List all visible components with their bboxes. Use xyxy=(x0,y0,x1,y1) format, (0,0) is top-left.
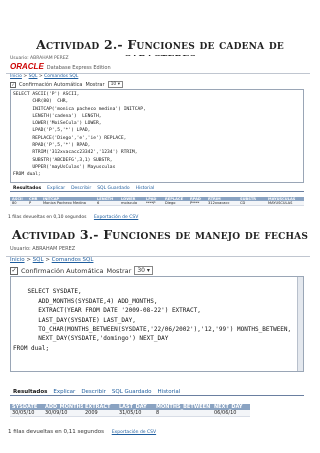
tab-history[interactable]: Historial xyxy=(155,389,184,395)
activity-3-heading: Actividad 3.- Funciones de manejo de fec… xyxy=(11,227,309,242)
table-cell: 06/06/10 xyxy=(212,410,250,417)
show-label: Mostrar xyxy=(85,81,105,88)
column-header: MONTHS_BETWEEN xyxy=(154,404,212,410)
edition-label: Database Express Edition xyxy=(46,65,111,71)
tab-saved-sql[interactable]: SQL Guardado xyxy=(109,389,155,395)
table-cell: CD xyxy=(238,201,266,206)
csv-export-link[interactable]: Exportación de CSV xyxy=(112,430,156,435)
table-cell: Diego xyxy=(163,201,188,206)
breadcrumb-sql[interactable]: SQL xyxy=(29,74,38,79)
table-cell: MAYUSCULAS xyxy=(266,201,304,206)
breadcrumb-home[interactable]: Inicio xyxy=(10,257,25,263)
breadcrumb-separator: > xyxy=(26,257,31,263)
breadcrumb-home[interactable]: Inicio xyxy=(10,74,22,79)
table-row: 30/05/10 30/09/10 2009 31/05/10 8 06/06/… xyxy=(10,410,250,417)
rows-select[interactable]: 30 ▾ xyxy=(134,266,153,275)
results-footer: 1 filas devueltas en 0,10 segundos Expor… xyxy=(8,215,138,220)
user-label: Usuario: ABRAHAM PEREZ xyxy=(10,246,76,252)
autocommit-label: Confirmación Automática xyxy=(21,266,104,275)
sql-editor[interactable]: SELECT SYSDATE, ADD_MONTHS(SYSDATE,4) AD… xyxy=(10,276,304,372)
table-cell: 31/05/10 xyxy=(117,410,154,417)
autocommit-checkbox[interactable] xyxy=(10,81,16,88)
tab-explain[interactable]: Explicar xyxy=(50,389,78,395)
chevron-down-icon: ▾ xyxy=(146,267,150,274)
tab-history[interactable]: Historial xyxy=(133,186,158,191)
chevron-down-icon: ▾ xyxy=(117,82,120,87)
results-table: SYSDATE ADD_MONTHS EXTRACT LAST_DAY MONT… xyxy=(10,404,250,417)
table-cell: 6 xyxy=(95,201,119,206)
table-cell: 80 xyxy=(10,201,27,206)
results-footer: 1 filas devueltas en 0,11 segundos Expor… xyxy=(8,429,156,435)
tab-saved-sql[interactable]: SQL Guardado xyxy=(94,186,132,191)
breadcrumb-separator: > xyxy=(23,74,28,79)
autocommit-label: Confirmación Automática xyxy=(19,81,83,88)
oracle-sql-commands-window-1: Usuario: ABRAHAM PEREZ ORACLE Database E… xyxy=(6,56,310,226)
table-cell: 30/05/10 xyxy=(10,410,43,417)
autocommit-checkbox[interactable] xyxy=(10,266,18,275)
breadcrumb-sql[interactable]: SQL xyxy=(33,257,44,263)
breadcrumb-separator: > xyxy=(38,74,43,79)
breadcrumb: Inicio > SQL > Comandos SQL xyxy=(10,74,78,79)
table-cell: 312xvacacc xyxy=(206,201,238,206)
editor-scrollbar[interactable] xyxy=(297,277,303,371)
table-cell: P**** xyxy=(188,201,206,206)
editor-toolbar: Confirmación Automática Mostrar 30 ▾ xyxy=(10,266,153,275)
table-cell: P xyxy=(27,201,41,206)
tab-results[interactable]: Resultados xyxy=(10,389,50,395)
result-tabs: Resultados Explicar Describir SQL Guarda… xyxy=(10,186,304,192)
table-cell: Monica Pacheco Medina xyxy=(41,201,95,206)
table-cell: moiscula xyxy=(119,201,144,206)
breadcrumb-current[interactable]: Comandos SQL xyxy=(44,74,78,79)
tab-describe[interactable]: Describir xyxy=(68,186,94,191)
editor-toolbar: Confirmación Automática Mostrar 10 ▾ xyxy=(10,81,123,88)
table-cell: 2009 xyxy=(83,410,117,417)
table-cell: 8 xyxy=(154,410,212,417)
rows-select-value: 10 xyxy=(110,82,117,87)
rows-returned-text: 1 filas devueltas en 0,10 segundos xyxy=(8,215,87,220)
rows-select-value: 30 xyxy=(137,267,145,274)
sql-editor-text: SELECT SYSDATE, ADD_MONTHS(SYSDATE,4) AD… xyxy=(13,288,292,352)
tab-describe[interactable]: Describir xyxy=(78,389,109,395)
result-tabs: Resultados Explicar Describir SQL Guarda… xyxy=(10,389,304,396)
breadcrumb-separator: > xyxy=(45,257,50,263)
table-cell: ****P xyxy=(144,201,163,206)
user-label: Usuario: ABRAHAM PEREZ xyxy=(10,56,69,61)
tab-explain[interactable]: Explicar xyxy=(44,186,68,191)
oracle-header: ORACLE Database Express Edition xyxy=(10,62,111,71)
sql-editor[interactable]: SELECT ASCII('P') ASCII, CHR(80) CHR, IN… xyxy=(10,89,304,183)
oracle-logo: ORACLE xyxy=(10,62,44,71)
tab-results[interactable]: Resultados xyxy=(10,186,44,191)
show-label: Mostrar xyxy=(106,266,132,275)
oracle-sql-commands-window-2: Usuario: ABRAHAM PEREZ Inicio > SQL > Co… xyxy=(6,244,310,450)
breadcrumb-current[interactable]: Comandos SQL xyxy=(52,257,94,263)
table-row: 80 P Monica Pacheco Medina 6 moiscula **… xyxy=(10,201,304,206)
table-cell: 30/09/10 xyxy=(43,410,83,417)
csv-export-link[interactable]: Exportación de CSV xyxy=(94,215,138,220)
breadcrumb: Inicio > SQL > Comandos SQL xyxy=(10,257,93,263)
rows-select[interactable]: 10 ▾ xyxy=(107,81,123,88)
rows-returned-text: 1 filas devueltas en 0,11 segundos xyxy=(8,429,104,435)
results-table: ASCII CHR INITCAP LENGTH LOWER LPAD REPL… xyxy=(10,197,304,206)
